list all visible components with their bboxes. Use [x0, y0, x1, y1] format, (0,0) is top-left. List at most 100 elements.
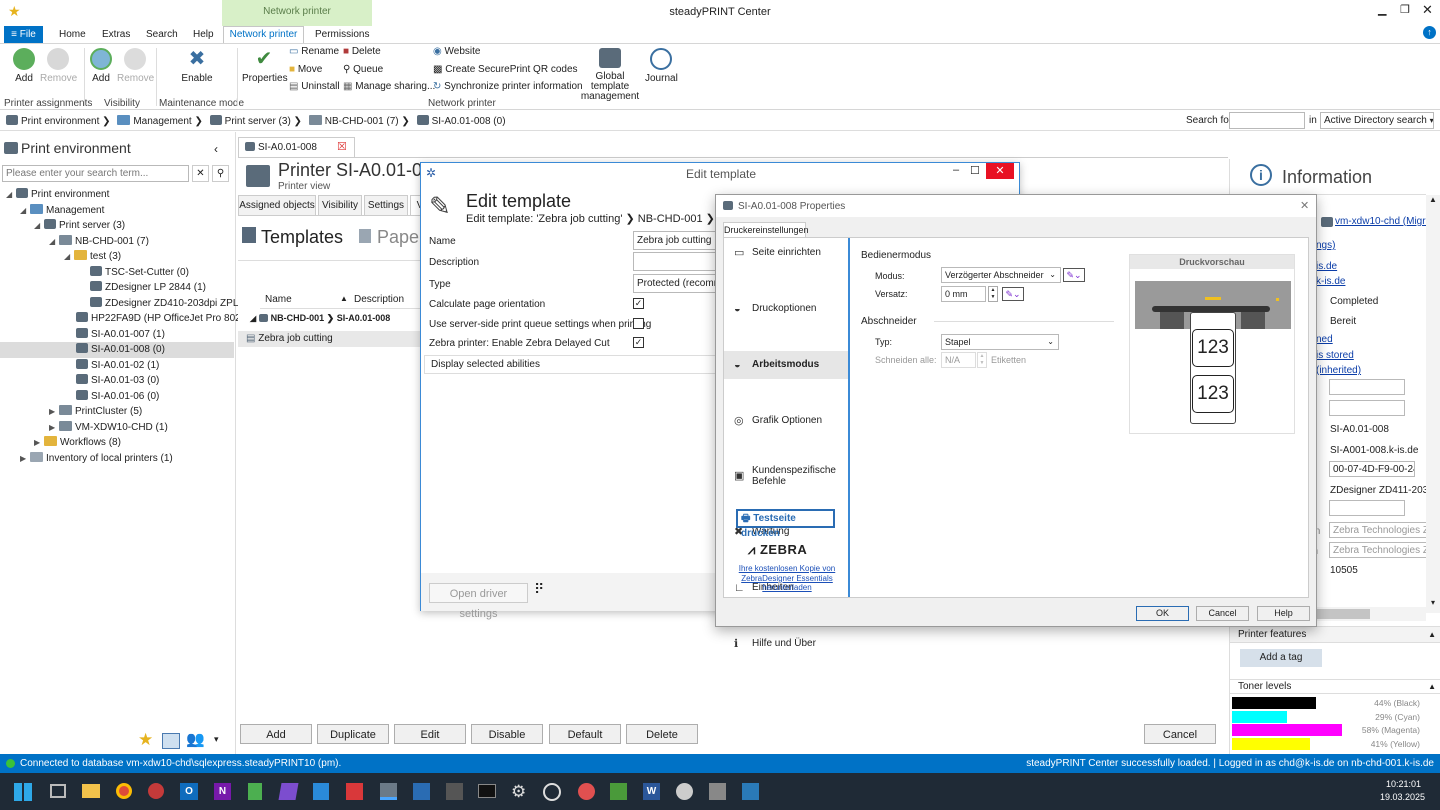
collapse-icon[interactable]: ◢	[20, 203, 30, 219]
crumb-server[interactable]: NB-CHD-001 (7) ❯	[308, 115, 410, 127]
journal-button[interactable]: Journal	[645, 48, 678, 84]
terminal-icon[interactable]	[478, 784, 496, 798]
info-link[interactable]: is.de	[1316, 261, 1337, 272]
nav-grafik-optionen[interactable]: ◎ Grafik Optionen	[724, 407, 848, 435]
tree-item[interactable]: ◢ test (3)	[0, 249, 234, 265]
tree-item[interactable]: ZDesigner ZD410-203dpi ZPL (1	[0, 296, 250, 312]
search-scope-select[interactable]: Active Directory search ▾	[1320, 112, 1434, 129]
favorites-star-icon[interactable]: ★	[138, 730, 153, 750]
app-icon[interactable]	[610, 783, 627, 800]
search-icon[interactable]: ⚲	[212, 165, 229, 182]
word-icon[interactable]: W	[643, 783, 660, 800]
tree-item[interactable]: ZDesigner LP 2844 (1)	[0, 280, 234, 296]
serverside-checkbox[interactable]	[633, 318, 644, 329]
versatz-stepper[interactable]: ▲ ▼	[988, 286, 998, 302]
info-link[interactable]: is stored	[1316, 350, 1354, 361]
maximize-icon[interactable]: ☐	[970, 164, 980, 177]
doc-tab[interactable]: SI-A0.01-008 ☒	[238, 137, 355, 158]
crumb-management[interactable]: Management ❯	[117, 115, 203, 127]
tab-druckereinstellungen[interactable]: Druckereinstellungen	[723, 222, 809, 237]
steadyprint-icon[interactable]	[380, 783, 397, 800]
ok-button[interactable]: OK	[1136, 606, 1189, 621]
collapse-icon[interactable]: ◢	[34, 218, 44, 234]
group-row[interactable]: ◢ NB-CHD-001 ❯ SI-A0.01-008	[250, 313, 390, 324]
taskview-icon[interactable]	[50, 784, 66, 798]
pen-edit-icon[interactable]: ✎⌄	[1063, 268, 1085, 282]
ribbon-help-icon[interactable]: ↑	[1423, 26, 1436, 39]
info-link[interactable]: (inherited)	[1316, 365, 1361, 376]
expand-icon[interactable]: ▶	[34, 435, 44, 451]
info-link[interactable]: ned	[1316, 334, 1333, 345]
tab-settings[interactable]: Settings	[364, 195, 408, 216]
tree-item[interactable]: ▶ PrintCluster (5)	[0, 404, 234, 420]
tree-item[interactable]: ▶ VM-XDW10-CHD (1)	[0, 420, 234, 436]
notepad-icon[interactable]	[248, 783, 262, 800]
move-button[interactable]: ■ Move	[289, 64, 322, 75]
crumb-print-environment[interactable]: Print environment ❯	[6, 115, 111, 127]
name-input[interactable]: Zebra job cutting	[633, 231, 717, 250]
scroll-up-icon[interactable]: ▲	[1426, 195, 1440, 204]
column-description[interactable]: Description	[354, 294, 404, 305]
tree-item[interactable]: ◢ Management	[0, 203, 234, 219]
nav-kundenspezifische-befehle[interactable]: ▣ Kundenspezifische Befehle	[724, 462, 848, 490]
edit-template-button[interactable]: Edit	[394, 724, 466, 744]
versatz-input[interactable]: 0 mm	[941, 286, 986, 302]
windows-start-icon[interactable]	[14, 783, 32, 801]
abilities-bar[interactable]: Display selected abilities	[424, 355, 718, 374]
collapse-icon[interactable]: ◢	[64, 249, 74, 265]
scroll-thumb[interactable]	[1310, 609, 1370, 619]
maintenance-enable-button[interactable]: ✖ Enable	[180, 48, 214, 84]
calc-orientation-checkbox[interactable]: ✓	[633, 298, 644, 309]
tree-item[interactable]: ▶ Workflows (8)	[0, 435, 234, 451]
vscode-icon[interactable]	[313, 783, 329, 800]
type-select[interactable]: Protected (recomme	[633, 274, 717, 293]
manage-sharing-button[interactable]: ▦ Manage sharing...	[343, 81, 435, 92]
nav-seite-einrichten[interactable]: ▭ Seite einrichten	[724, 239, 848, 267]
tree-item[interactable]: ▶ Inventory of local printers (1)	[0, 451, 234, 467]
info-input[interactable]	[1329, 500, 1405, 516]
delete-template-button[interactable]: Delete	[626, 724, 698, 744]
host-link[interactable]: vm-xdw10-chd (Migrat	[1335, 216, 1434, 227]
tab-extras[interactable]: Extras	[102, 29, 130, 40]
visibility-remove-button[interactable]: Remove	[117, 48, 154, 84]
app-icon[interactable]	[742, 783, 759, 800]
nav-hilfe[interactable]: ℹ Hilfe und Über	[724, 630, 848, 658]
lock-icon[interactable]	[543, 783, 561, 801]
add-template-button[interactable]: Add	[240, 724, 312, 744]
app-icon[interactable]	[578, 783, 595, 800]
browser-icon[interactable]	[148, 783, 164, 799]
properties-cancel-button[interactable]: Cancel	[1196, 606, 1249, 621]
maximize-icon[interactable]: ❐	[1400, 3, 1410, 16]
website-button[interactable]: ◉ Website	[433, 46, 480, 57]
app-icon[interactable]	[413, 783, 430, 800]
app-icon[interactable]	[346, 783, 363, 800]
tab-file[interactable]: ≡ File	[4, 26, 43, 43]
outlook-icon[interactable]: O	[180, 783, 198, 800]
file-explorer-icon[interactable]	[82, 784, 100, 798]
chevron-up-icon[interactable]: ▲	[1428, 627, 1436, 643]
column-name[interactable]: Name	[265, 294, 292, 305]
qr-codes-button[interactable]: ▩ Create SecurePrint QR codes	[433, 64, 578, 75]
chevron-up-icon[interactable]: ▲	[1428, 680, 1436, 694]
tree-view-icon[interactable]	[162, 733, 180, 749]
collapse-icon[interactable]: ◢	[6, 187, 16, 203]
expand-icon[interactable]: ▶	[49, 420, 59, 436]
table-row[interactable]: ▤ Zebra job cutting	[238, 331, 421, 347]
tree-item[interactable]: SI-A0.01-06 (0)	[0, 389, 234, 405]
info-input[interactable]	[1329, 379, 1405, 395]
tree-item[interactable]: SI-A0.01-02 (1)	[0, 358, 234, 374]
properties-help-button[interactable]: Help	[1257, 606, 1310, 621]
onenote-icon[interactable]: N	[214, 783, 231, 800]
tab-network-printer[interactable]: Network printer	[223, 26, 304, 44]
modus-select[interactable]: Verzögerter Abschneider ⌄	[941, 267, 1061, 283]
crumb-printer[interactable]: SI-A0.01-008 (0)	[416, 115, 506, 127]
close-icon[interactable]: ✕	[1422, 2, 1433, 18]
minimize-icon[interactable]: –	[953, 164, 959, 176]
delete-button[interactable]: ■ Delete	[343, 46, 381, 57]
tree-item[interactable]: TSC-Set-Cutter (0)	[0, 265, 234, 281]
global-template-button[interactable]: Global template management	[576, 48, 644, 102]
tab-permissions[interactable]: Permissions	[315, 29, 369, 40]
typ-select[interactable]: Stapel ⌄	[941, 334, 1059, 350]
chrome-icon[interactable]	[116, 783, 132, 799]
info-link[interactable]: k-is.de	[1316, 276, 1345, 287]
